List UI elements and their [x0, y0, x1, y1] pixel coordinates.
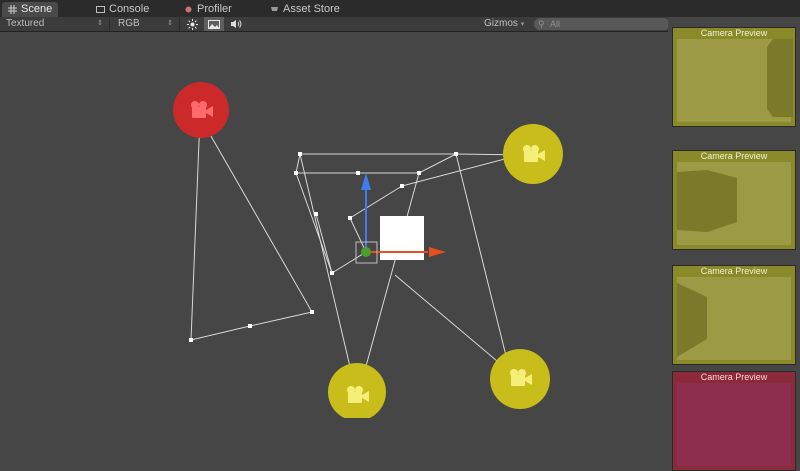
- shopping-cart-icon: [271, 7, 278, 11]
- camera-gizmo-bottom-right[interactable]: [490, 349, 550, 409]
- frustum-line: [295, 172, 333, 274]
- camera-preview-3: Camera Preview: [672, 265, 796, 365]
- camera-preview-view: [677, 162, 791, 245]
- handle[interactable]: [298, 152, 302, 156]
- scene-view[interactable]: [0, 31, 668, 418]
- handle[interactable]: [400, 184, 404, 188]
- grid-icon: [8, 5, 17, 14]
- scene-search-input[interactable]: ⚲ All: [534, 18, 670, 30]
- chevron-down-icon: ▾: [520, 21, 525, 28]
- handle[interactable]: [454, 152, 458, 156]
- camera-gizmo-top-right[interactable]: [503, 124, 563, 184]
- camera-preview-view: [677, 39, 793, 122]
- camera-preview-title: Camera Preview: [700, 266, 768, 276]
- gizmos-dropdown[interactable]: Gizmos ▾: [478, 17, 528, 31]
- camera-preview-title: Camera Preview: [700, 151, 768, 161]
- camera-preview-1: Camera Preview: [672, 27, 796, 127]
- tab-console[interactable]: Console: [96, 2, 149, 17]
- handle[interactable]: [417, 171, 421, 175]
- frustum-far-top: [295, 153, 457, 174]
- color-mode-dropdown[interactable]: RGB ⇕: [112, 17, 180, 31]
- camera-preview-view: [677, 277, 791, 360]
- camera-preview-view: [677, 383, 791, 466]
- console-icon: [96, 6, 105, 13]
- camera-frustum-lines: [190, 116, 531, 389]
- frustum-line: [359, 172, 420, 389]
- frustum-line: [349, 185, 403, 219]
- camera-gizmo-red[interactable]: [173, 82, 229, 138]
- color-mode-value: RGB: [118, 18, 140, 29]
- frustum-line: [401, 154, 521, 187]
- tab-asset-store-label: Asset Store: [283, 3, 340, 15]
- frustum-line: [315, 213, 333, 274]
- dropdown-arrows-icon: ⇕: [97, 20, 103, 27]
- frustum-line: [455, 153, 511, 373]
- camera-preview-title: Camera Preview: [700, 28, 768, 38]
- image-icon: [208, 19, 220, 29]
- red-camera-frustum: [190, 116, 313, 341]
- scene-effects-button[interactable]: [204, 17, 224, 31]
- tab-bar: Scene Console Profiler Asset Store: [0, 0, 800, 17]
- tab-asset-store[interactable]: Asset Store: [270, 2, 340, 17]
- sun-icon: [186, 18, 198, 30]
- handle[interactable]: [348, 216, 352, 220]
- selected-object[interactable]: [380, 216, 424, 260]
- tab-scene-label: Scene: [21, 3, 53, 15]
- search-placeholder: All: [550, 19, 561, 29]
- gizmos-label: Gizmos: [484, 18, 518, 29]
- render-mode-value: Textured: [6, 18, 45, 29]
- camera-preview-2: Camera Preview: [672, 150, 796, 250]
- preview-shape: [677, 170, 737, 232]
- dropdown-arrows-icon: ⇕: [167, 20, 173, 27]
- preview-shape: [677, 283, 707, 357]
- render-mode-dropdown[interactable]: Textured ⇕: [0, 17, 110, 31]
- tab-profiler[interactable]: Profiler: [184, 2, 232, 17]
- frustum-line: [299, 153, 356, 389]
- frustum-line: [349, 217, 367, 253]
- handle[interactable]: [314, 212, 318, 216]
- tab-scene[interactable]: Scene: [2, 2, 59, 17]
- center-handle[interactable]: [361, 247, 371, 257]
- camera-preview-title: Camera Preview: [700, 372, 768, 382]
- handle[interactable]: [330, 271, 334, 275]
- camera-preview-panel: Camera Preview Camera Preview Camera Pre…: [668, 17, 800, 471]
- handle[interactable]: [189, 338, 193, 342]
- camera-preview-4: Camera Preview: [672, 371, 796, 471]
- scene-lighting-button[interactable]: [182, 17, 202, 31]
- x-axis-arrow-icon[interactable]: [429, 247, 446, 257]
- handle[interactable]: [310, 310, 314, 314]
- handle[interactable]: [294, 171, 298, 175]
- search-icon: ⚲: [538, 19, 545, 29]
- handle[interactable]: [356, 171, 360, 175]
- frustum-line: [394, 274, 511, 373]
- speaker-icon: [231, 20, 242, 28]
- profiler-icon: [185, 6, 192, 13]
- tab-profiler-label: Profiler: [197, 3, 232, 15]
- tab-console-label: Console: [109, 3, 150, 15]
- preview-shape: [767, 39, 793, 117]
- scene-audio-button[interactable]: [226, 17, 246, 31]
- camera-gizmo-bottom-center[interactable]: [328, 363, 386, 418]
- y-axis-arrow-icon[interactable]: [361, 173, 371, 190]
- handle[interactable]: [248, 324, 252, 328]
